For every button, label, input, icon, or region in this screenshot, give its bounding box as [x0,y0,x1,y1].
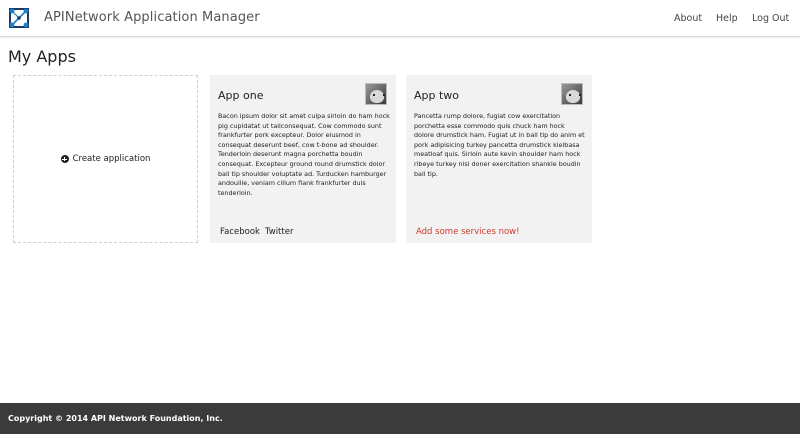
nav-about-link[interactable]: About [674,13,702,24]
top-navbar: APINetwork Application Manager About Hel… [0,0,800,37]
create-application-tile[interactable]: Create application [13,75,198,243]
nav-logout-link[interactable]: Log Out [752,13,789,24]
page-title: My Apps [8,47,76,66]
app-card-description: Bacon ipsum dolor sit amet culpa sirloin… [218,112,390,197]
add-services-link[interactable]: Add some services now! [416,227,520,237]
app-card-title[interactable]: App one [218,89,263,102]
service-link-facebook[interactable]: Facebook [220,227,260,237]
app-brand-title[interactable]: APINetwork Application Manager [44,10,260,25]
nav-help-link[interactable]: Help [716,13,738,24]
create-application-button[interactable]: Create application [60,154,151,164]
app-card[interactable]: App one Bacon ipsum dolor sit amet culpa… [210,75,396,243]
app-card[interactable]: App two Pancetta rump dolore, fugiat cow… [406,75,592,243]
app-card-services: Facebook Twitter [220,227,293,237]
app-card-description: Pancetta rump dolore, fugiat cow exercit… [414,112,585,178]
create-application-label: Create application [72,154,151,164]
footer-copyright: Copyright © 2014 API Network Foundation,… [8,414,223,423]
page-footer: Copyright © 2014 API Network Foundation,… [0,403,800,434]
network-logo-icon[interactable] [8,7,30,29]
app-card-title[interactable]: App two [414,89,459,102]
service-link-twitter[interactable]: Twitter [265,227,294,237]
plus-circle-icon [60,155,69,163]
cat-avatar-icon [561,83,583,105]
cat-avatar-icon [365,83,387,105]
